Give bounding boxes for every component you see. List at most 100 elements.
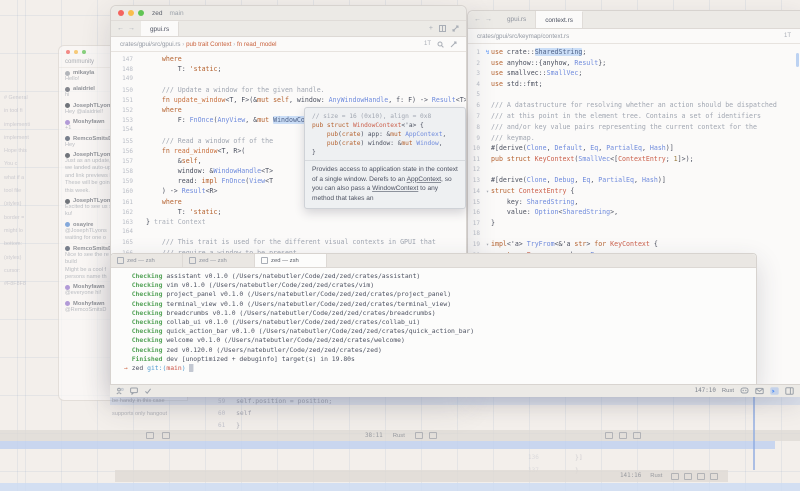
- ghost-text-line: cursor:: [4, 265, 60, 278]
- right-tab-bar: ← → gpui.rscontext.rs: [468, 11, 800, 29]
- code-token: Checking: [124, 290, 162, 298]
- code-token: read_window: [174, 147, 218, 155]
- code-token: SharedString: [527, 198, 575, 206]
- nav-back-icon[interactable]: ←: [474, 16, 481, 23]
- ghost-text-line: Hope this: [4, 145, 60, 158]
- right-breadcrumb[interactable]: crates/gpui/src/keymap/context.rs 1T: [468, 29, 800, 44]
- nav-forward-icon[interactable]: →: [485, 16, 492, 23]
- code-token: mut: [257, 116, 269, 124]
- inline-assist-icon[interactable]: 1T: [424, 41, 431, 47]
- project-name[interactable]: zed: [152, 10, 162, 17]
- popup-struct-definition: // size = 16 (0x10), align = 0x8pub stru…: [305, 108, 465, 160]
- chat-author-name: osayire: [73, 222, 93, 228]
- new-tab-icon[interactable]: +: [429, 25, 433, 32]
- main-breadcrumb[interactable]: crates/gpui/src/gpui.rs › pub trait Cont…: [111, 37, 466, 52]
- terminal-line: → zed git:(main) █: [124, 364, 756, 373]
- code-text: /// This trait is used for the different…: [146, 238, 436, 246]
- expand-pane-icon[interactable]: [452, 25, 459, 32]
- code-text: &self,: [146, 157, 202, 165]
- code-token: pub: [327, 131, 338, 138]
- cursor-position[interactable]: 147:10: [695, 388, 716, 394]
- tab-context-rs[interactable]: context.rs: [536, 11, 583, 28]
- expand-icon[interactable]: [450, 41, 457, 48]
- doc-link[interactable]: AppContext: [407, 176, 441, 183]
- line-number: 16: [468, 209, 484, 216]
- search-icon[interactable]: [437, 41, 444, 48]
- line-number: 160: [111, 188, 139, 195]
- code-token: Window: [416, 140, 438, 147]
- tab-gpui-rs[interactable]: gpui.rs: [141, 21, 179, 36]
- code-token: <T, F>(&: [225, 96, 257, 104]
- line-number: 14: [468, 188, 484, 195]
- terminal-tab[interactable]: zed — zsh: [183, 254, 255, 267]
- ghost-code-text: self: [236, 409, 251, 417]
- fold-arrow-icon[interactable]: ▾: [484, 242, 491, 248]
- dock-panels-icon[interactable]: [785, 387, 794, 395]
- code-token: Hash: [650, 144, 666, 152]
- doc-link[interactable]: WindowContext: [372, 185, 418, 192]
- code-token: Checking: [124, 309, 162, 317]
- feedback-mail-icon[interactable]: [755, 387, 764, 395]
- code-token: }: [312, 149, 316, 156]
- code-token: [312, 140, 327, 147]
- nav-forward-icon[interactable]: →: [128, 25, 135, 32]
- avatar: [65, 222, 70, 227]
- code-text: ) -> Result<R>: [146, 187, 217, 195]
- code-token: ,: [439, 140, 443, 147]
- code-token: /// Read a window off of the: [146, 137, 273, 145]
- ghost-icon: [710, 473, 718, 480]
- terminal-output[interactable]: Checking assistant v0.1.0 (/Users/natebu…: [111, 268, 756, 373]
- git-branch-label[interactable]: main: [169, 10, 183, 17]
- code-token: SharedString: [562, 208, 610, 216]
- nav-back-icon[interactable]: ←: [117, 25, 124, 32]
- code-token: , f: F) ->: [388, 96, 432, 104]
- code-text: where: [146, 106, 182, 114]
- code-token: ;: [217, 208, 221, 216]
- terminal-toggle-icon[interactable]: [770, 387, 779, 395]
- scrollbar-marker[interactable]: [796, 53, 799, 67]
- zoom-button[interactable]: [138, 10, 144, 16]
- ghost-bottom-strip: [0, 483, 800, 491]
- ghost-line-number: 61: [218, 422, 236, 429]
- ghost-code-text: }]: [575, 453, 583, 461]
- code-text: read: impl FnOnce(View<T: [146, 177, 273, 185]
- code-token: Finished: [124, 355, 162, 363]
- line-number: 1: [468, 49, 484, 56]
- fold-arrow-icon[interactable]: ▾: [484, 189, 491, 195]
- minimize-button[interactable]: [74, 50, 78, 54]
- code-token: vim v0.1.0 (/Users/natebutler/Code/zed/z…: [162, 281, 374, 289]
- split-pane-icon[interactable]: [439, 25, 446, 32]
- ghost-cursor-position: 141:16: [620, 473, 641, 479]
- code-token: Checking: [124, 300, 162, 308]
- ghost-text-line: # General: [4, 92, 60, 105]
- status-bar: 147:10 Rust: [110, 384, 800, 397]
- code-text: where: [146, 55, 182, 63]
- tab-label: gpui.rs: [150, 26, 169, 33]
- line-number: 162: [111, 209, 139, 216]
- diagnostics-check-icon[interactable]: [144, 387, 152, 395]
- code-token: <T>: [261, 167, 273, 175]
- language-selector[interactable]: Rust: [722, 388, 734, 394]
- collab-people-icon[interactable]: [116, 387, 124, 395]
- code-token: AppContext: [405, 131, 442, 138]
- code-token: Checking: [124, 327, 162, 335]
- inline-assist-icon[interactable]: 1T: [784, 33, 791, 39]
- code-token: Clone: [527, 176, 547, 184]
- code-token: <[: [610, 155, 618, 163]
- tab-gpui-rs[interactable]: gpui.rs: [498, 11, 536, 28]
- code-token: ,: [198, 157, 202, 165]
- close-button[interactable]: [118, 10, 124, 16]
- ghost-chat-fragment: supports only hangout: [112, 411, 167, 417]
- chat-panel-icon[interactable]: [130, 387, 138, 395]
- terminal-tab[interactable]: zed — zsh: [255, 254, 327, 267]
- line-number: 155: [111, 138, 139, 145]
- copilot-icon[interactable]: [740, 387, 749, 395]
- terminal-tab[interactable]: zed — zsh: [111, 254, 183, 267]
- zoom-button[interactable]: [82, 50, 86, 54]
- close-button[interactable]: [66, 50, 70, 54]
- minimize-button[interactable]: [128, 10, 134, 16]
- code-token: Hash: [642, 176, 658, 184]
- line-number: 153: [111, 117, 139, 124]
- code-text: use smallvec::SmallVec;: [491, 69, 582, 77]
- code-token: 'static: [190, 208, 218, 216]
